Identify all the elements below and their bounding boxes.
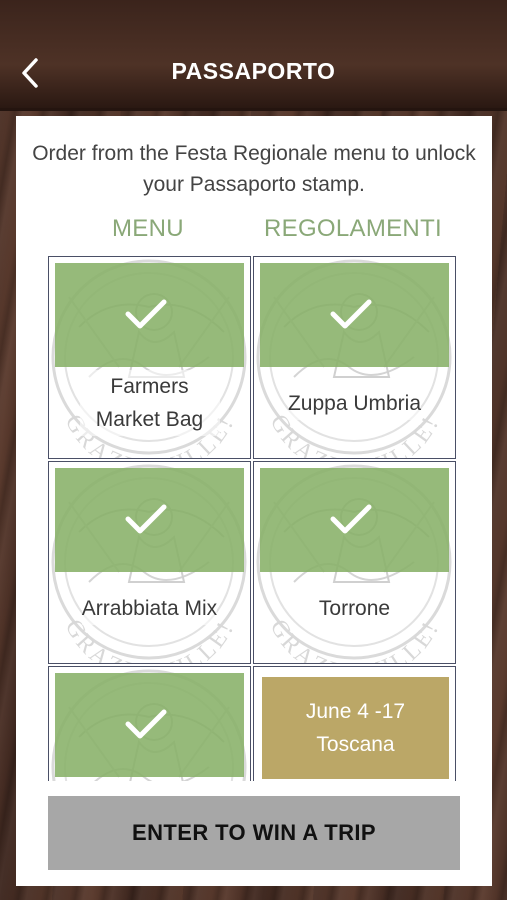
tab-menu[interactable]: MENU <box>112 215 184 243</box>
stamp-arrabbiata-mix[interactable]: GRAZIE MILLE! Arrabbiata Mix <box>48 461 251 664</box>
stamp-farmers-market-bag[interactable]: GRAZIE MILLE! Farmers Market Bag <box>48 256 251 459</box>
stamp-label: Zuppa Umbria <box>258 367 451 439</box>
promo-tile[interactable]: June 4 -17 Toscana <box>253 666 456 781</box>
promo-region: Toscana <box>316 733 395 756</box>
stamp-zuppa-umbria[interactable]: GRAZIE MILLE! Zuppa Umbria <box>253 256 456 459</box>
checkmark-icon <box>330 299 372 329</box>
checkmark-icon <box>330 504 372 534</box>
tab-regolamenti[interactable]: REGOLAMENTI <box>264 215 442 243</box>
page-title: PASSAPORTO <box>171 58 336 84</box>
checkmark-icon <box>125 504 167 534</box>
enter-to-win-button[interactable]: ENTER TO WIN A TRIP <box>48 796 460 870</box>
stamp-label: Torrone <box>258 572 451 644</box>
promo-badge: June 4 -17 Toscana <box>262 677 449 779</box>
promo-dates: June 4 -17 <box>305 700 406 723</box>
stamp-label: Farmers Market Bag <box>53 367 246 439</box>
checkmark-icon <box>125 299 167 329</box>
checkmark-icon <box>125 709 167 739</box>
top-bar: PASSAPORTO <box>0 0 507 111</box>
stamp-label: Arrabbiata Mix <box>53 572 246 644</box>
instructions-text: Order from the Festa Regionale menu to u… <box>32 142 476 196</box>
stamp-grid: GRAZIE MILLE! Farmers Market Bag GRAZIE … <box>48 256 458 781</box>
stamp-torrone[interactable]: GRAZIE MILLE! Torrone <box>253 461 456 664</box>
stamp-partial[interactable] <box>48 666 251 781</box>
passport-card: Order from the Festa Regionale menu to u… <box>16 116 492 886</box>
